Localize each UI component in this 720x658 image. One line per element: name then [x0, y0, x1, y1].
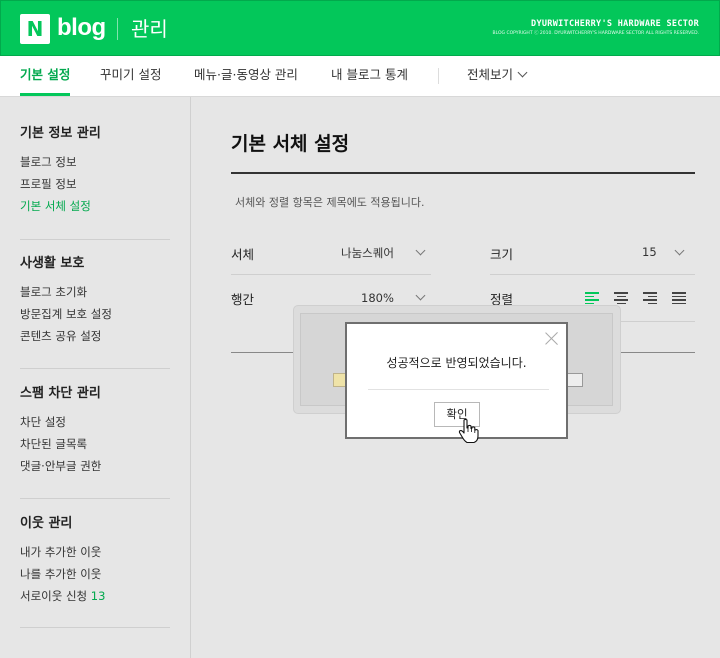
sidebar-group-basic-info: 기본 정보 관리 블로그 정보 프로필 정보 기본 서체 설정 — [20, 125, 170, 217]
tab-decoration-settings[interactable]: 꾸미기 설정 — [100, 56, 161, 96]
sidebar-divider — [20, 239, 170, 240]
align-left-icon[interactable] — [585, 292, 599, 305]
sidebar-divider — [20, 627, 170, 628]
tab-basic-settings[interactable]: 기본 설정 — [20, 56, 71, 96]
blog-logo-text[interactable]: blog — [57, 13, 106, 43]
tab-view-all-label: 전체보기 — [467, 67, 514, 82]
sidebar-item-blocked-posts[interactable]: 차단된 글목록 — [20, 433, 170, 455]
row-divider — [231, 274, 431, 275]
blog-brand: DYURWITCHERRY'S HARDWARE SECTOR BLOG COP… — [493, 19, 699, 38]
header-title: 관리 — [131, 17, 168, 41]
sidebar-group-title: 기본 정보 관리 — [20, 126, 101, 141]
request-count-badge: 13 — [90, 589, 106, 603]
title-rule — [231, 172, 695, 174]
size-select-value[interactable]: 15 — [642, 245, 657, 259]
tab-view-all[interactable]: 전체보기 — [467, 56, 528, 96]
sidebar: 기본 정보 관리 블로그 정보 프로필 정보 기본 서체 설정 사생활 보호 블… — [0, 97, 191, 658]
sidebar-group-privacy: 사생활 보호 블로그 초기화 방문집계 보호 설정 콘텐츠 공유 설정 — [20, 255, 170, 347]
blog-copyright: BLOG COPYRIGHT ⓒ 2010. DYURWITCHERRY'S H… — [492, 31, 699, 36]
sidebar-item-comment-permissions[interactable]: 댓글·안부글 권한 — [20, 455, 170, 477]
line-height-select-value[interactable]: 180% — [361, 291, 394, 305]
font-select-value[interactable]: 나눔스퀘어 — [341, 245, 394, 261]
sidebar-item-default-font[interactable]: 기본 서체 설정 — [20, 195, 170, 217]
tab-menu-post-video[interactable]: 메뉴·글·동영상 관리 — [194, 56, 298, 96]
sidebar-item-label: 서로이웃 신청 — [20, 589, 88, 603]
row-divider — [490, 274, 695, 275]
chevron-down-icon[interactable] — [674, 245, 685, 256]
sidebar-divider — [20, 498, 170, 499]
sidebar-item-block-settings[interactable]: 차단 설정 — [20, 411, 170, 433]
chevron-down-icon[interactable] — [415, 290, 426, 301]
dialog-message: 성공적으로 반영되었습니다. — [386, 356, 527, 370]
sidebar-item-my-neighbors[interactable]: 내가 추가한 이웃 — [20, 541, 170, 563]
sidebar-item-content-sharing[interactable]: 콘텐츠 공유 설정 — [20, 325, 170, 347]
sidebar-item-profile-info[interactable]: 프로필 정보 — [20, 173, 170, 195]
sidebar-item-blog-reset[interactable]: 블로그 초기화 — [20, 281, 170, 303]
line-height-label: 행간 — [231, 292, 255, 307]
background-checkbox — [566, 373, 583, 387]
top-header: N blog 관리 DYURWITCHERRY'S HARDWARE SECTO… — [0, 0, 720, 56]
sidebar-item-visit-count-protection[interactable]: 방문집계 보호 설정 — [20, 303, 170, 325]
sidebar-group-title: 사생활 보호 — [20, 256, 85, 271]
tab-divider — [438, 68, 439, 84]
sidebar-item-mutual-requests[interactable]: 서로이웃 신청 13 — [20, 585, 170, 607]
chevron-down-icon[interactable] — [415, 245, 426, 256]
align-center-icon[interactable] — [614, 292, 628, 305]
sidebar-divider — [20, 368, 170, 369]
page-description: 서체와 정렬 항목은 제목에도 적용됩니다. — [235, 196, 425, 209]
sidebar-group-title: 이웃 관리 — [20, 516, 73, 531]
size-label: 크기 — [490, 247, 514, 262]
align-justify-icon[interactable] — [672, 292, 686, 305]
success-dialog: 성공적으로 반영되었습니다. 확인 — [345, 322, 568, 439]
close-icon[interactable] — [545, 331, 559, 345]
header-divider — [117, 18, 118, 40]
sidebar-group-neighbors: 이웃 관리 내가 추가한 이웃 나를 추가한 이웃 서로이웃 신청 13 — [20, 515, 170, 607]
dialog-divider — [368, 389, 549, 390]
section-bottom-rule — [231, 352, 296, 353]
sidebar-item-followers[interactable]: 나를 추가한 이웃 — [20, 563, 170, 585]
sidebar-group-spam: 스팸 차단 관리 차단 설정 차단된 글목록 댓글·안부글 권한 — [20, 385, 170, 477]
settings-tab-bar: 기본 설정 꾸미기 설정 메뉴·글·동영상 관리 내 블로그 통계 전체보기 — [0, 56, 720, 97]
sidebar-item-blog-info[interactable]: 블로그 정보 — [20, 151, 170, 173]
chevron-down-icon — [517, 67, 528, 78]
blog-brand-name: DYURWITCHERRY'S HARDWARE SECTOR — [531, 19, 699, 29]
page-title: 기본 서체 설정 — [231, 133, 350, 155]
sidebar-group-title: 스팸 차단 관리 — [20, 386, 101, 401]
hand-cursor-icon — [458, 418, 479, 444]
align-right-icon[interactable] — [643, 292, 657, 305]
tab-blog-stats[interactable]: 내 블로그 통계 — [331, 56, 408, 96]
font-label: 서체 — [231, 247, 255, 262]
section-bottom-rule — [621, 352, 695, 353]
naver-logo-icon[interactable]: N — [20, 14, 50, 44]
